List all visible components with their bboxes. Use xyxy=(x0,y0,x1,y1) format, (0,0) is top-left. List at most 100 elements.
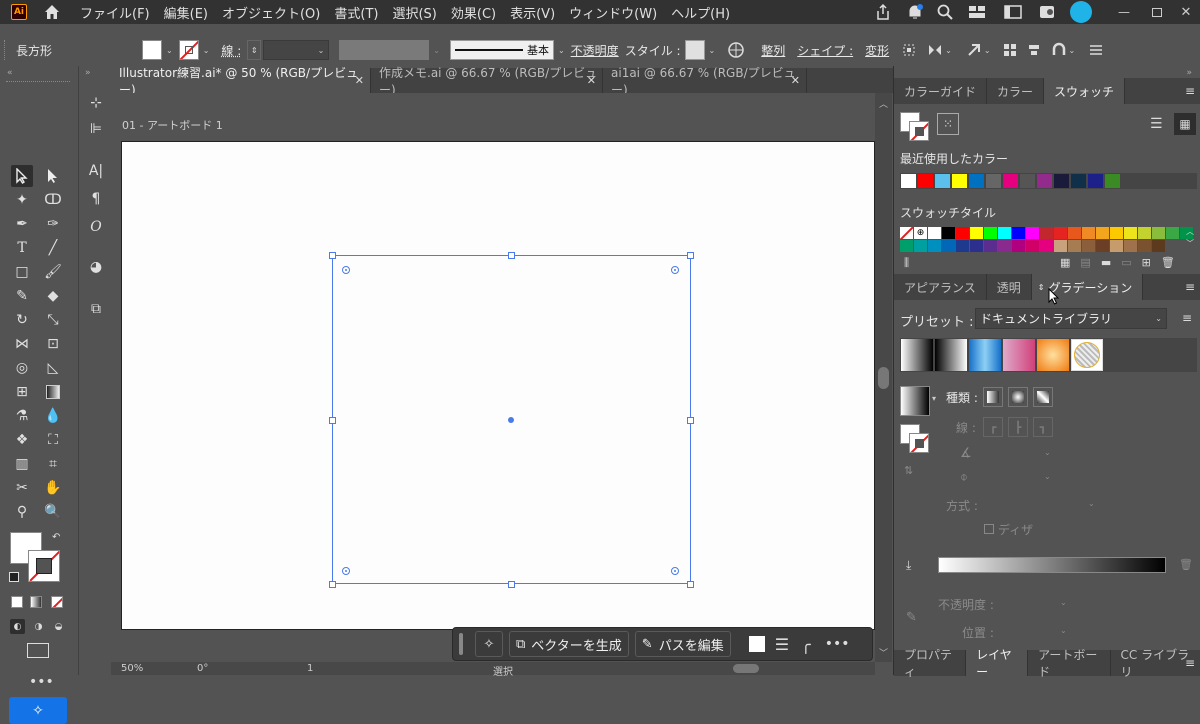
scroll-down-icon[interactable]: ﹀ xyxy=(879,646,888,659)
rotation-angle[interactable]: 0° xyxy=(197,663,208,674)
preset-gradient-3[interactable] xyxy=(969,339,1001,371)
color-swatch[interactable] xyxy=(1110,240,1123,252)
tab-close-icon[interactable]: ✕ xyxy=(791,74,800,87)
paragraph-panel-icon[interactable]: ¶ xyxy=(85,188,107,210)
preset-gradient-4[interactable] xyxy=(1003,339,1035,371)
color-swatch[interactable] xyxy=(1068,227,1081,239)
scroll-thumb[interactable] xyxy=(878,367,889,389)
artboard-number[interactable]: 1 xyxy=(307,663,313,674)
color-swatch[interactable] xyxy=(1166,227,1179,239)
tool-scale-icon[interactable]: ⤡ xyxy=(42,309,64,331)
color-swatch[interactable] xyxy=(998,227,1011,239)
new-color-group-icon[interactable]: ▬ xyxy=(1101,256,1111,269)
swatch-scroll-down-icon[interactable]: ﹀ xyxy=(1186,238,1194,249)
workspace-layout-icon[interactable] xyxy=(968,4,986,20)
tool-magic-wand-icon[interactable]: ✦ xyxy=(11,189,33,211)
secondary-collapse-icon[interactable]: » xyxy=(85,68,91,78)
character-panel-icon[interactable]: A| xyxy=(85,160,107,182)
grid-arrange-icon[interactable] xyxy=(1003,43,1017,57)
color-swatch[interactable] xyxy=(1124,240,1137,252)
bottom-panel-menu-icon[interactable]: ≡ xyxy=(1185,656,1195,670)
tool-mesh-icon[interactable]: ⊞ xyxy=(11,381,33,403)
tool-zoom-icon[interactable]: 🔍 xyxy=(42,501,64,523)
color-swatch[interactable] xyxy=(1138,240,1151,252)
tool-hand-icon[interactable]: ✋ xyxy=(42,477,64,499)
tool-width-icon[interactable]: ⋈ xyxy=(11,333,33,355)
magnet-icon[interactable] xyxy=(1051,42,1067,58)
color-swatch[interactable] xyxy=(970,240,983,252)
tab-layers[interactable]: レイヤー xyxy=(966,650,1028,676)
color-mode-icon[interactable] xyxy=(11,596,23,608)
corner-widget-br[interactable] xyxy=(671,567,679,575)
color-swatch[interactable] xyxy=(1068,240,1081,252)
tab-color-guide[interactable]: カラーガイド xyxy=(894,78,987,104)
color-swatch[interactable] xyxy=(1138,227,1151,239)
tab-close-icon[interactable]: ✕ xyxy=(587,74,596,87)
preset-gradient-1[interactable] xyxy=(901,339,933,371)
warp-dropdown-icon[interactable]: ⌄ xyxy=(984,46,991,55)
color-swatch[interactable] xyxy=(1020,174,1035,188)
corner-widget-tl[interactable] xyxy=(342,266,350,274)
document-tab[interactable]: Illustrator練習.ai* @ 50 % (RGB/プレビュー) ✕ xyxy=(111,68,371,93)
menu-help[interactable]: ヘルプ(H) xyxy=(671,3,730,22)
document-tab[interactable]: ai1ai @ 66.67 % (RGB/プレビュー) ✕ xyxy=(603,68,807,93)
menu-window[interactable]: ウィンドウ(W) xyxy=(569,3,657,22)
taskbar-stroke-weight-icon[interactable]: ☰ xyxy=(775,635,789,654)
dither-checkbox[interactable] xyxy=(984,524,994,534)
radial-gradient-button[interactable] xyxy=(1008,387,1028,407)
tool-rotate-icon[interactable]: ↻ xyxy=(11,309,33,331)
delete-swatch-icon[interactable]: 🗑 xyxy=(1161,256,1175,269)
tool-blend-icon[interactable]: ⚗ xyxy=(11,405,33,427)
share-icon[interactable] xyxy=(874,3,892,21)
color-swatch[interactable] xyxy=(935,174,950,188)
swatch-kind-icon[interactable]: ⁙ xyxy=(937,113,959,135)
stroke-swatch[interactable] xyxy=(179,40,199,60)
color-swatch[interactable] xyxy=(901,174,916,188)
color-swatch[interactable] xyxy=(1152,227,1165,239)
corner-widget-tr[interactable] xyxy=(671,266,679,274)
document-tab[interactable]: 作成メモ.ai @ 66.67 % (RGB/プレビュー) ✕ xyxy=(371,68,603,93)
color-swatch[interactable] xyxy=(1054,227,1067,239)
edit-toolbar-icon[interactable]: ••• xyxy=(29,674,54,690)
thumbnail-view-icon[interactable]: ▦ xyxy=(1174,113,1196,135)
scroll-up-icon[interactable]: ︿ xyxy=(879,97,888,110)
color-swatch[interactable] xyxy=(956,240,969,252)
color-swatch[interactable] xyxy=(1037,174,1052,188)
tab-properties[interactable]: プロパティ xyxy=(894,650,966,676)
brush-definition[interactable]: 基本 xyxy=(450,40,554,60)
tab-swatches[interactable]: スウォッチ xyxy=(1044,78,1125,104)
tab-artboards[interactable]: アートボード xyxy=(1028,650,1110,676)
color-swatch[interactable] xyxy=(970,227,983,239)
align-label[interactable]: 整列 xyxy=(761,42,785,59)
color-swatch[interactable] xyxy=(1110,227,1123,239)
align-center-icon[interactable] xyxy=(1027,43,1041,57)
flip-icon[interactable] xyxy=(927,42,943,58)
color-swatch[interactable] xyxy=(1012,227,1025,239)
search-icon[interactable] xyxy=(936,3,954,21)
color-theme-panel-icon[interactable]: ◕ xyxy=(85,256,107,278)
tool-type-icon[interactable]: T xyxy=(11,237,33,259)
menu-effect[interactable]: 効果(C) xyxy=(451,3,496,22)
color-swatch[interactable] xyxy=(1082,227,1095,239)
tool-lasso-icon[interactable]: ↀ xyxy=(42,189,64,211)
bounding-handle-bc[interactable] xyxy=(508,581,515,588)
bounding-handle-tc[interactable] xyxy=(508,252,515,259)
artboard-panel-icon[interactable]: ⊹ xyxy=(85,92,107,114)
taskbar-fill-swatch[interactable] xyxy=(749,636,765,652)
panel-toggle-icon[interactable] xyxy=(1004,4,1022,20)
tool-perspective-grid-icon[interactable]: ◺ xyxy=(42,357,64,379)
tool-selection-icon[interactable] xyxy=(11,165,33,187)
tool-artboard-icon[interactable]: ⌗ xyxy=(42,453,64,475)
tool-live-paint-icon[interactable]: ⛶ xyxy=(42,429,64,451)
tool-line-icon[interactable]: ╱ xyxy=(42,237,64,259)
style-dropdown-icon[interactable]: ⌄ xyxy=(709,46,716,55)
gradient-mode-icon[interactable] xyxy=(30,596,42,608)
list-view-icon[interactable]: ☰ xyxy=(1150,116,1163,132)
tool-curvature-icon[interactable]: ✑ xyxy=(42,213,64,235)
tool-pen-icon[interactable]: ✒ xyxy=(11,213,33,235)
swatch-scroll-up-icon[interactable]: ︿ xyxy=(1186,226,1194,237)
menu-object[interactable]: オブジェクト(O) xyxy=(222,3,320,22)
color-swatch[interactable] xyxy=(952,174,967,188)
tool-eyedropper-icon[interactable]: 💧 xyxy=(42,405,64,427)
control-menu-icon[interactable] xyxy=(1089,44,1103,56)
